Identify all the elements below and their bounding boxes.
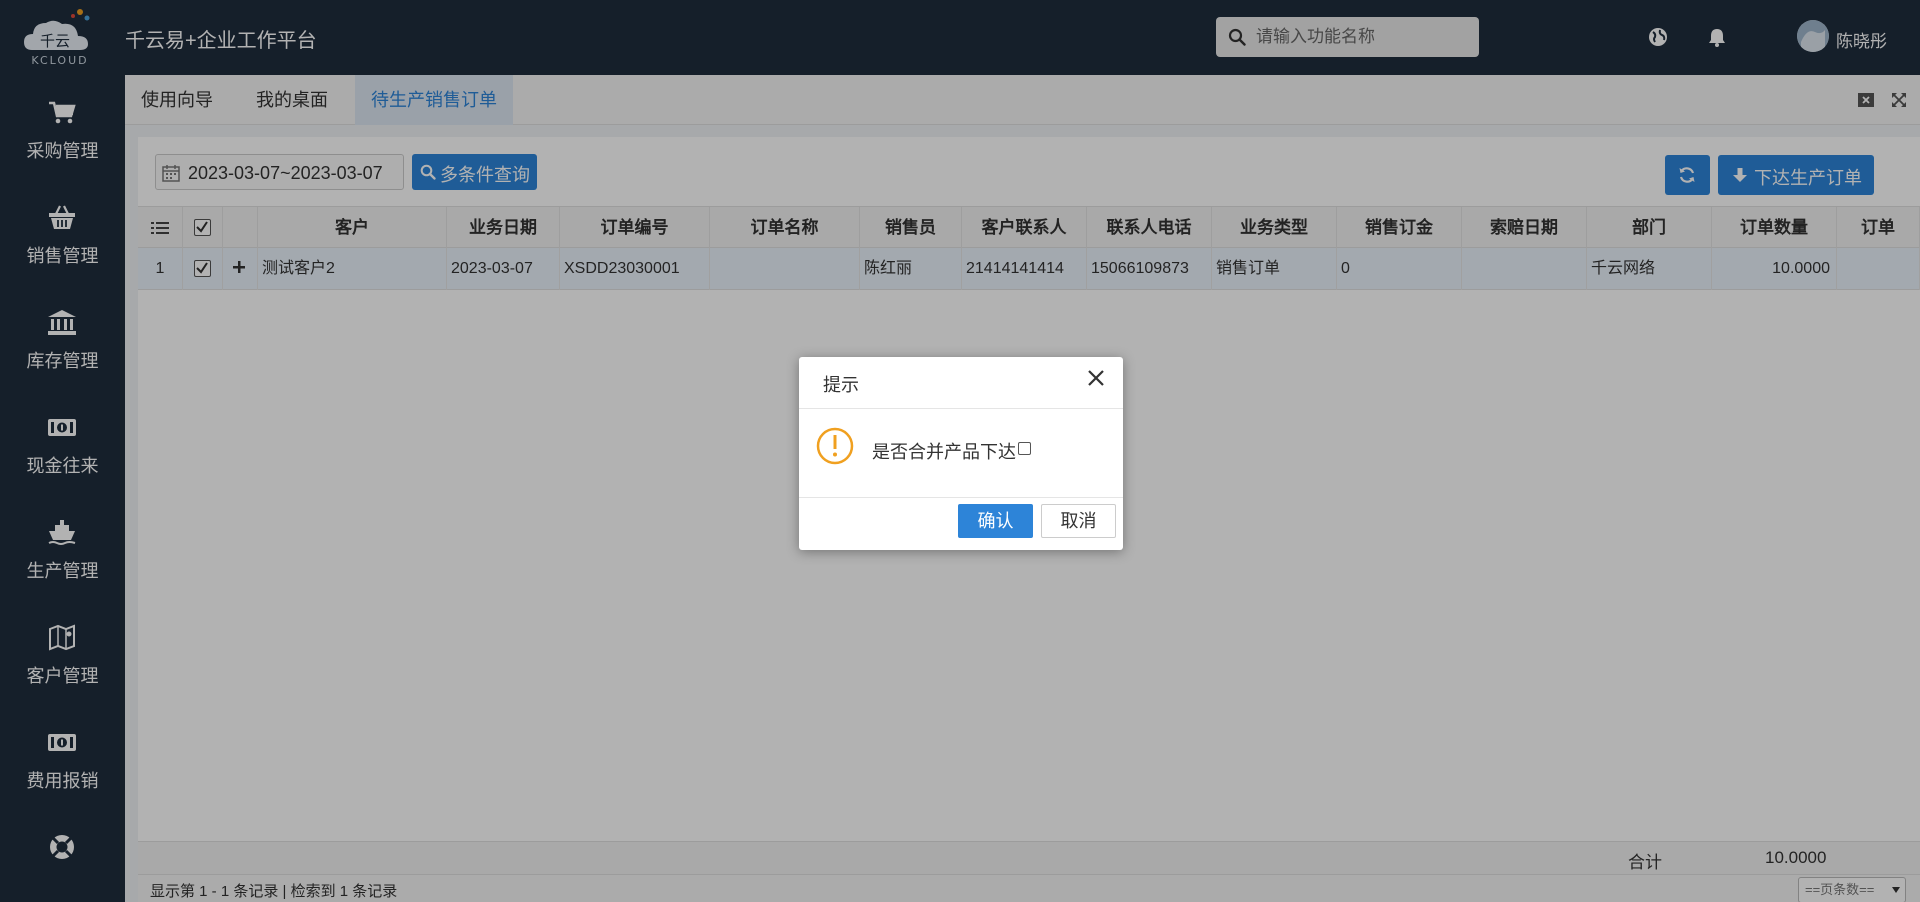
confirm-button[interactable]: 确认 [958, 504, 1033, 538]
dialog-message: 是否合并产品下达 [872, 442, 1016, 462]
cancel-button[interactable]: 取消 [1041, 504, 1116, 538]
close-icon[interactable] [1087, 369, 1105, 387]
confirm-dialog: 提示 是否合并产品下达 确认 取消 [799, 357, 1123, 550]
dialog-title: 提示 [823, 375, 859, 395]
dialog-divider [799, 408, 1123, 409]
merge-products-checkbox[interactable] [1018, 442, 1031, 455]
warning-icon [816, 427, 854, 465]
dialog-divider [799, 497, 1123, 498]
